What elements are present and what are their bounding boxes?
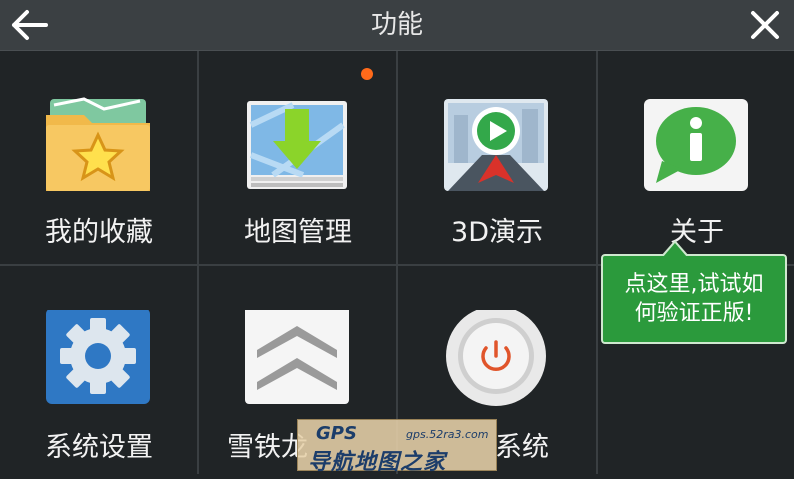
menu-item-label: 系统 xyxy=(495,432,549,463)
citroen-logo-icon xyxy=(245,310,349,404)
watermark: GPS gps.52ra3.com 导航地图之家 xyxy=(297,419,497,475)
menu-item-3d-demo[interactable]: 3D演示 xyxy=(398,51,596,264)
watermark-brand: GPS xyxy=(316,423,357,444)
title-bar: 功能 xyxy=(0,0,794,51)
menu-item-favorites[interactable]: 我的收藏 xyxy=(0,51,198,264)
watermark-text: 导航地图之家 xyxy=(308,450,447,475)
map-download-icon xyxy=(247,101,347,189)
tooltip-line: 何验证正版! xyxy=(634,301,754,326)
menu-item-label: 关于 xyxy=(670,217,724,248)
menu-item-label: 地图管理 xyxy=(244,217,352,248)
watermark-url: gps.52ra3.com xyxy=(406,428,489,441)
menu-item-label: 3D演示 xyxy=(451,217,543,248)
menu-item-about[interactable]: 关于 xyxy=(598,51,794,264)
menu-item-label: 我的收藏 xyxy=(45,217,153,248)
menu-item-label: 系统设置 xyxy=(45,432,153,463)
info-bubble-icon xyxy=(644,99,748,191)
menu-item-system-settings[interactable]: 系统设置 xyxy=(0,266,198,479)
favorites-folder-star-icon xyxy=(46,97,150,191)
notification-badge xyxy=(361,68,373,80)
tooltip-arrow xyxy=(663,243,687,257)
tooltip-line: 点这里,试试如 xyxy=(624,272,764,297)
3d-demo-play-icon xyxy=(444,99,548,191)
gear-settings-icon xyxy=(46,310,150,404)
close-icon[interactable] xyxy=(748,8,782,42)
page-title: 功能 xyxy=(370,10,423,40)
menu-item-map-management[interactable]: 地图管理 xyxy=(199,51,397,264)
verify-tooltip[interactable]: 点这里,试试如 何验证正版! xyxy=(601,254,787,344)
power-icon xyxy=(446,310,546,406)
